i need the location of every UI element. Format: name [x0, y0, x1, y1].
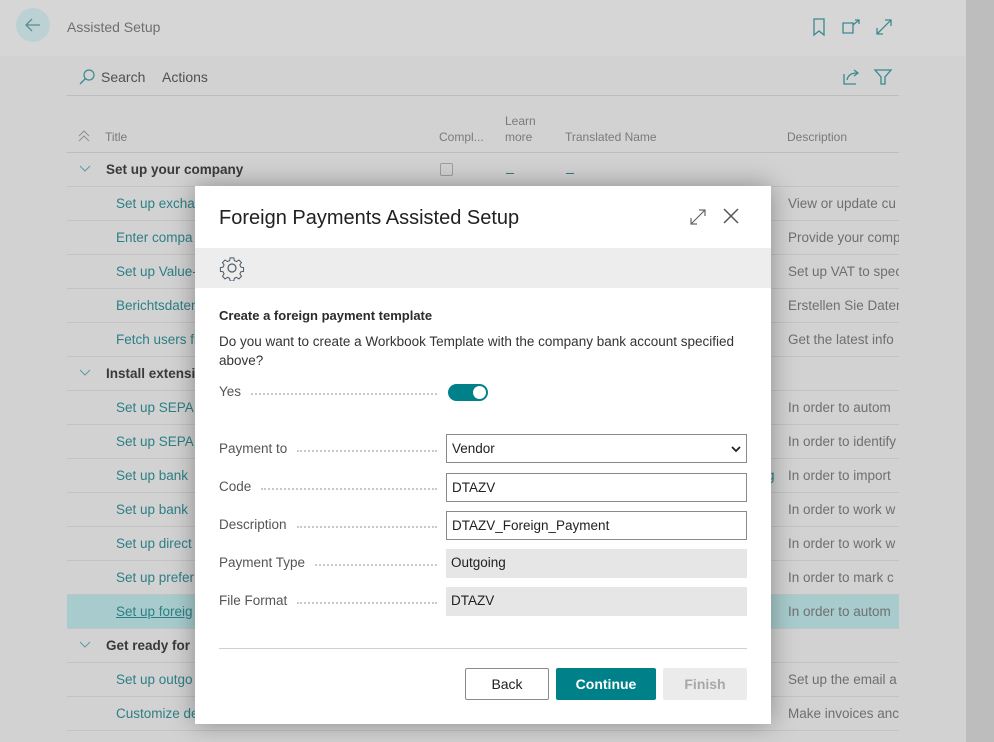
row-title-link[interactable]: Set up SEPA [116, 400, 194, 415]
dialog-divider [219, 648, 747, 649]
search-icon [79, 69, 95, 85]
description-input[interactable]: DTAZV_Foreign_Payment [446, 511, 747, 540]
row-description: In order to autom [788, 400, 891, 415]
actions-button[interactable]: Actions [162, 69, 208, 85]
list-header: Title Compl... Learn more Translated Nam… [67, 110, 899, 153]
chevron-down-icon[interactable] [79, 638, 91, 650]
back-button-dialog[interactable]: Back [465, 668, 549, 700]
close-icon[interactable] [721, 206, 741, 226]
row-description: Provide your comp [788, 230, 899, 245]
right-scroll-area [966, 0, 994, 742]
dialog-title: Foreign Payments Assisted Setup [219, 207, 520, 229]
row-title-link[interactable]: Set up excha [116, 196, 195, 211]
row-description: In order to autom [788, 604, 891, 619]
file-format-field: DTAZV [446, 587, 747, 616]
row-title-link[interactable]: Set up prefer [116, 570, 194, 585]
back-button[interactable] [16, 8, 50, 42]
row-description: Set up VAT to spec [788, 264, 899, 279]
search-button[interactable]: Search [79, 69, 145, 85]
row-title-link[interactable]: Enter compa [116, 230, 193, 245]
row-description: Set up the email a [788, 672, 897, 687]
payment-to-label: Payment to [219, 441, 437, 456]
yes-label-text: Yes [219, 384, 242, 399]
file-format-label-text: File Format [219, 593, 288, 608]
completed-checkbox[interactable] [440, 163, 453, 176]
column-header-learn-more-line1[interactable]: Learn [505, 114, 536, 128]
row-title-link[interactable]: Set up SEPA [116, 434, 194, 449]
continue-button[interactable]: Continue [556, 668, 656, 700]
gear-icon [219, 257, 245, 281]
payment-type-field: Outgoing [446, 549, 747, 578]
foreign-payments-dialog: Foreign Payments Assisted Setup Create a… [195, 186, 771, 724]
create-template-toggle[interactable] [448, 384, 488, 401]
collapse-all-icon[interactable] [77, 129, 91, 143]
chevron-down-icon[interactable] [79, 162, 91, 174]
payment-type-label-text: Payment Type [219, 555, 306, 570]
chevron-down-icon[interactable] [79, 366, 91, 378]
column-header-title[interactable]: Title [105, 130, 127, 144]
row-description: In order to work w [788, 502, 896, 517]
filter-icon[interactable] [873, 67, 893, 87]
column-header-description[interactable]: Description [787, 130, 847, 144]
code-label-text: Code [219, 479, 252, 494]
finish-button: Finish [663, 668, 747, 700]
row-title-link[interactable]: Set up bank [116, 502, 188, 517]
code-input[interactable]: DTAZV [446, 473, 747, 502]
row-title-link[interactable]: Set up direct [116, 536, 192, 551]
row-description: In order to mark c [788, 570, 894, 585]
group-title: Get ready for [106, 638, 191, 653]
expand-icon[interactable] [874, 17, 894, 37]
bookmark-icon[interactable] [809, 17, 829, 37]
row-title-link[interactable]: Customize de [116, 706, 199, 721]
back-arrow-icon [25, 18, 40, 32]
row-title-link[interactable]: Set up foreig [116, 604, 193, 619]
row-description: In order to identify [788, 434, 897, 449]
page-header: Assisted Setup [0, 0, 966, 56]
row-description: View or update cu [788, 196, 896, 211]
translated-name-value [566, 173, 574, 174]
row-description: In order to import [788, 468, 891, 483]
share-icon[interactable] [841, 67, 861, 87]
row-description: Get the latest info [788, 332, 894, 347]
open-new-window-icon[interactable] [841, 17, 861, 37]
row-title-link[interactable]: Berichtsdaten [116, 298, 199, 313]
section-description: Do you want to create a Workbook Templat… [219, 334, 735, 368]
row-description: In order to work w [788, 536, 896, 551]
row-title-link[interactable]: Set up outgo [116, 672, 193, 687]
row-description: Make invoices anc [788, 706, 899, 721]
page-title: Assisted Setup [67, 19, 161, 35]
column-header-translated-name[interactable]: Translated Name [565, 130, 657, 144]
dialog-banner [195, 248, 771, 288]
row-title-link[interactable]: Fetch users fi [116, 332, 197, 347]
column-header-completed[interactable]: Compl... [439, 130, 484, 144]
code-label: Code [219, 479, 437, 494]
payment-to-value: Vendor [452, 441, 495, 456]
chevron-down-icon [731, 446, 741, 453]
row-title-link[interactable]: Set up bank [116, 468, 188, 483]
payment-type-label: Payment Type [219, 555, 437, 570]
group-title: Set up your company [106, 162, 244, 177]
expand-dialog-icon[interactable] [689, 208, 707, 226]
actions-label: Actions [162, 69, 208, 85]
payment-to-select[interactable]: Vendor [446, 434, 747, 463]
group-title: Install extensi [106, 366, 196, 381]
description-label: Description [219, 517, 437, 532]
row-description: Erstellen Sie Daten [788, 298, 899, 313]
group-row[interactable]: Set up your company [67, 153, 899, 187]
search-label: Search [101, 69, 146, 85]
yes-field-label: Yes [219, 384, 437, 399]
payment-to-label-text: Payment to [219, 441, 288, 456]
learn-more-link[interactable] [506, 173, 514, 174]
action-bar: Search Actions [67, 62, 899, 96]
column-header-learn-more-line2[interactable]: more [505, 130, 532, 144]
description-label-text: Description [219, 517, 287, 532]
row-title-link[interactable]: Set up Value- [116, 264, 197, 279]
file-format-label: File Format [219, 593, 437, 608]
section-title: Create a foreign payment template [219, 308, 433, 323]
